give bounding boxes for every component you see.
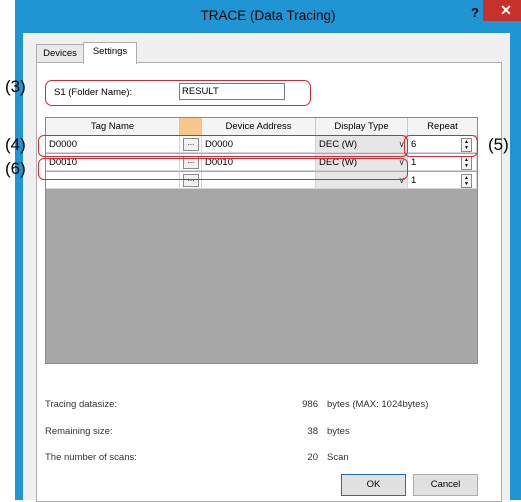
ok-button[interactable]: OK [341,474,406,496]
column-header-browse[interactable] [180,118,202,136]
column-header-repeat[interactable]: Repeat [408,118,477,136]
row-1-highlight [38,135,408,157]
spinner-icon[interactable]: ▲ ▼ [461,156,472,170]
folder-name-label: S1 (Folder Name): [54,87,133,98]
callout-4: (4) [5,135,26,154]
close-button[interactable]: ✕ [483,0,521,21]
repeat-highlight [404,135,478,157]
folder-name-input[interactable]: RESULT [179,83,285,100]
scans-unit: Scan [327,452,349,463]
spinner-icon[interactable]: ▲ ▼ [461,174,472,188]
column-header-tag-name[interactable]: Tag Name [46,118,180,136]
window-title: TRACE (Data Tracing) [200,8,336,23]
title-bar[interactable]: TRACE (Data Tracing) ? ✕ [15,0,521,33]
scans-label: The number of scans: [45,452,137,463]
remaining-unit: bytes [327,426,350,437]
row-2-repeat-value: 1 [411,157,417,168]
remaining-label: Remaining size: [45,426,113,437]
scans-value: 20 [307,452,318,463]
datasize-value: 986 [302,399,318,410]
callout-6: (6) [5,159,26,178]
tab-devices[interactable]: Devices [36,44,84,62]
callout-5: (5) [488,135,509,154]
column-header-display-type[interactable]: Display Type [316,118,408,136]
row-3-repeat[interactable]: 1 ▲ ▼ [408,172,477,189]
callout-3: (3) [5,77,26,96]
remaining-value: 38 [307,426,318,437]
datasize-label: Tracing datasize: [45,399,117,410]
row-2-highlight [38,158,408,180]
tab-settings[interactable]: Settings [83,42,137,64]
cancel-button[interactable]: Cancel [413,474,478,496]
row-3-repeat-value: 1 [411,175,417,186]
column-header-device-address[interactable]: Device Address [202,118,316,136]
datasize-unit: bytes (MAX: 1024bytes) [327,399,429,410]
